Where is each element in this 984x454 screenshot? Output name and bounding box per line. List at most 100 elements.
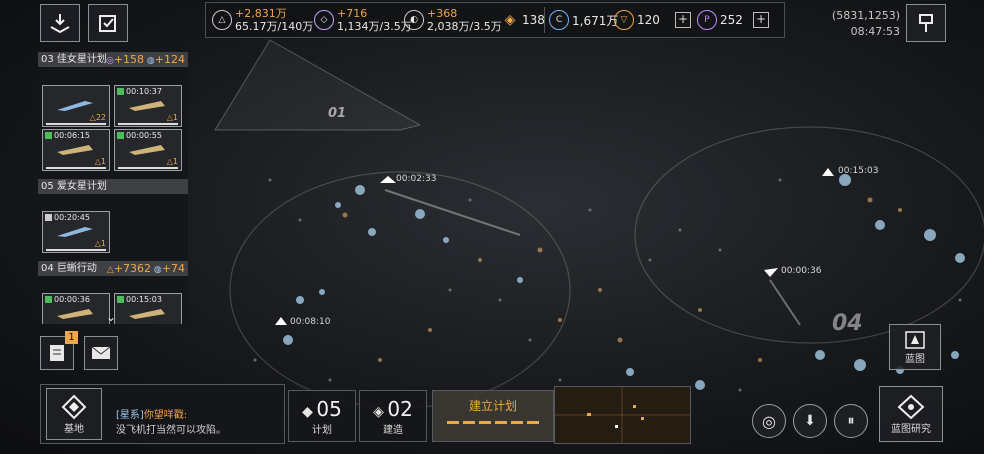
ship-icon (57, 101, 93, 111)
mail-button[interactable] (84, 336, 118, 370)
progress-bar (46, 167, 106, 169)
token-icon: ▽ (614, 10, 634, 30)
create-plan-button[interactable]: 建立计划 (432, 390, 554, 442)
ship-icon (129, 145, 165, 155)
ship-card[interactable]: △22 (42, 85, 110, 127)
resource-delta: +368 (427, 7, 458, 20)
ship-level: △1 (94, 157, 106, 166)
plan-slots-indicator (447, 421, 539, 424)
progress-bar (46, 249, 106, 251)
resource-delta: +716 (337, 7, 368, 20)
ship-card[interactable]: 00:20:45 △1 (42, 211, 110, 253)
route-line-2 (769, 279, 801, 326)
ship-icon (129, 101, 165, 111)
blueprint-button[interactable]: 蓝图 (889, 324, 941, 370)
rock-specks (253, 178, 962, 392)
blueprint-research-label: 蓝图研究 (891, 423, 931, 435)
tasks-button[interactable] (88, 4, 128, 42)
resource-gas[interactable]: ◐ +368 2,038万/3.5万 (404, 6, 502, 34)
progress-bar (46, 123, 106, 125)
build-count: 02 (387, 397, 413, 421)
blueprint-icon (905, 330, 925, 349)
checklist-icon (99, 15, 116, 32)
resource-token[interactable]: ▽ 120 (614, 6, 660, 34)
flag-icon (919, 14, 933, 32)
fleet-icon: ⏸ (847, 413, 855, 429)
wormhole-button[interactable]: ◎ (752, 404, 786, 438)
ship-card[interactable]: 00:00:55 △1 (114, 129, 182, 171)
resource-bar: △ +2,831万 65.17万/140万 ◇ +716 1,134万/3.5万 ◐… (205, 2, 785, 38)
document-icon (50, 345, 64, 361)
ship-card[interactable]: 00:15:03 (114, 293, 182, 324)
resource-delta: +2,831万 (235, 7, 287, 20)
plan-icon: ◆ (302, 404, 313, 420)
route-line (384, 189, 521, 236)
bookmark-button[interactable] (906, 4, 946, 42)
resource-amount: 1,134万/3.5万 (337, 20, 412, 33)
plan-header-05[interactable]: 05 爱女星计划 (38, 179, 188, 194)
mail-icon (91, 346, 111, 359)
fleet-marker-4[interactable] (275, 317, 287, 325)
resource-credits[interactable]: △ +2,831万 65.17万/140万 (212, 6, 313, 34)
resource-crystal[interactable]: ◇ +716 1,134万/3.5万 (314, 6, 412, 34)
resource-amount: 65.17万/140万 (235, 20, 314, 33)
ship-card[interactable]: 00:10:37 △1 (114, 85, 182, 127)
orbit-ring-left (229, 171, 571, 409)
plan-panel[interactable]: 03 佳女星计划 ◎+158 ◍+124 △22 00:10:37 △1 00:… (38, 52, 188, 324)
plan-title: 03 佳女星计划 (41, 54, 107, 65)
arrow-down-icon: ⬇ (804, 413, 816, 429)
alloy-icon: ◈ (504, 12, 516, 28)
ship-card[interactable]: 00:06:15 △1 (42, 129, 110, 171)
blueprint-research-button[interactable]: 蓝图研究 (879, 386, 943, 442)
token-amount: 120 (637, 13, 660, 27)
energy-icon: C (549, 10, 569, 30)
credits-icon: △ (212, 10, 232, 30)
energy-amount: 1,671万 (572, 13, 619, 28)
download-button[interactable]: ⬇ (793, 404, 827, 438)
launch-button[interactable] (40, 4, 80, 42)
fleet-marker-2[interactable] (822, 168, 834, 176)
coordinates: (5831,1253) (831, 9, 900, 22)
plan-header-03[interactable]: 03 佳女星计划 ◎+158 ◍+124 (38, 52, 188, 67)
ship-timer: 00:06:15 (45, 131, 90, 140)
resource-alloy[interactable]: ◈ 138 (501, 6, 545, 34)
plan-label: 计划 (312, 425, 332, 436)
plan-gain: +158 (113, 53, 145, 66)
base-button[interactable]: 基地 (46, 388, 102, 440)
fleet-timer-1: 00:02:33 (396, 174, 437, 184)
ship-level: △22 (89, 113, 106, 122)
plan-title: 04 巨蜥行动 (41, 263, 97, 274)
ship-icon (57, 227, 93, 237)
plan-title: 05 爱女星计划 (41, 181, 107, 192)
gas-icon: ◍ (146, 56, 155, 66)
notification-badge: 1 (65, 331, 78, 344)
fleet-timer-2: 00:15:03 (838, 166, 879, 176)
fleet-marker-3[interactable] (764, 268, 778, 277)
ship-card[interactable]: 00:00:36 (42, 293, 110, 324)
divider (544, 7, 545, 33)
progress-bar (118, 123, 178, 125)
plan-button[interactable]: ◆ 05 计划 (288, 390, 356, 442)
resource-energy[interactable]: C 1,671万 (549, 6, 618, 34)
crystal-icon: ◇ (314, 10, 334, 30)
add-token-button[interactable]: + (675, 12, 691, 28)
ship-level: △1 (166, 157, 178, 166)
fleet-marker-1[interactable] (380, 176, 396, 183)
plan-gain: +7362 (113, 262, 152, 275)
minimap-canvas (555, 387, 690, 443)
asteroid-debris (342, 197, 902, 362)
fleet-button[interactable]: ⏸ (834, 404, 868, 438)
plan-header-04[interactable]: 04 巨蜥行动 △+7362 ◍+74 (38, 261, 188, 276)
ship-icon (57, 145, 93, 155)
resource-premium[interactable]: P 252 (697, 6, 743, 34)
chat-channel: [星系] (116, 410, 144, 421)
add-premium-button[interactable]: + (753, 12, 769, 28)
ship-timer: 00:00:55 (117, 131, 162, 140)
blueprint-label: 蓝图 (905, 353, 925, 365)
fleet-timer-4: 00:08:10 (290, 317, 331, 327)
chevron-down-icon[interactable]: ⌄ (106, 310, 116, 324)
plan-count: 05 (316, 397, 342, 421)
chat-line: [星系]你望咩戳: (116, 406, 187, 421)
minimap[interactable] (554, 386, 691, 444)
build-button[interactable]: ◈ 02 建造 (359, 390, 427, 442)
